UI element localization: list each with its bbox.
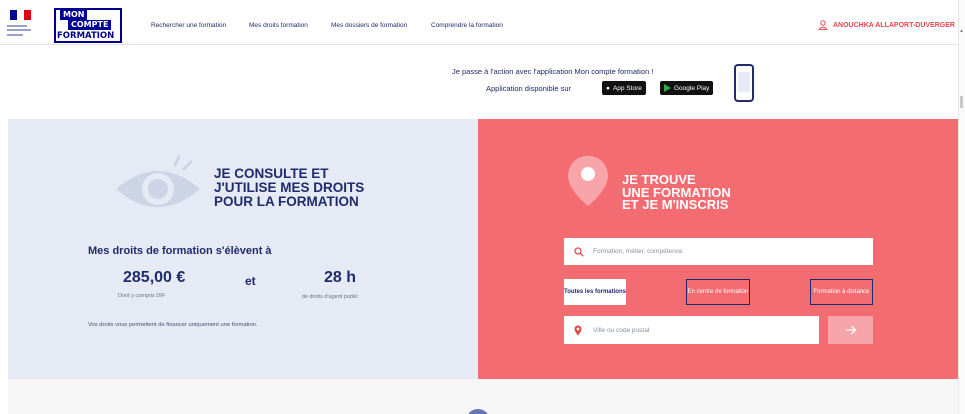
nav-mes-droits[interactable]: Mes droits formation xyxy=(249,22,308,29)
tab-toutes-formations[interactable]: Toutes les formations xyxy=(564,279,626,305)
droits-hours-caption: de droits d'agent public xyxy=(301,294,359,300)
nav-comprendre[interactable]: Comprendre la formation xyxy=(431,22,503,29)
nav-search-formation[interactable]: Rechercher une formation xyxy=(151,22,226,29)
promo-headline: Je passe à l'action avec l'application M… xyxy=(452,67,654,76)
search-icon xyxy=(574,246,584,257)
droits-title: JE CONSULTE ET J'UTILISE MES DROITS POUR… xyxy=(214,166,365,209)
formation-mode-tabs: Toutes les formations En centre de forma… xyxy=(564,279,873,305)
droits-hours[interactable]: 28 h xyxy=(324,269,356,287)
logo-line-1: MON xyxy=(60,10,88,20)
droits-amount-caption: Dont y compris DIF xyxy=(118,293,166,299)
site-header: MON COMPTE FORMATION Rechercher une form… xyxy=(0,0,958,45)
connector-text: et xyxy=(245,274,256,288)
tab-formation-distance[interactable]: Formation à distance xyxy=(810,279,873,305)
app-store-button[interactable]: ● App Store xyxy=(602,81,646,95)
nav-mes-dossiers[interactable]: Mes dossiers de formation xyxy=(331,22,407,29)
next-section-band xyxy=(8,379,958,414)
droits-summary-label: Mes droits de formation s'élèvent à xyxy=(88,245,272,257)
apple-icon: ● xyxy=(606,84,610,92)
scroll-up-icon[interactable]: ▲ xyxy=(959,28,964,34)
scrollbar-thumb[interactable] xyxy=(960,96,963,108)
google-play-icon xyxy=(664,84,671,92)
city-placeholder: Ville ou code postal xyxy=(593,326,650,334)
eye-icon xyxy=(116,155,200,207)
location-icon xyxy=(574,325,582,335)
google-play-label: Google Play xyxy=(674,84,710,92)
flag-icon xyxy=(10,10,31,20)
search-submit-button[interactable] xyxy=(828,316,873,344)
google-play-button[interactable]: Google Play xyxy=(660,81,714,95)
logo-line-3: FORMATION xyxy=(57,31,115,41)
formation-search-input[interactable]: Formation, métier, compétence xyxy=(564,238,873,265)
user-icon xyxy=(818,20,828,30)
search-title: JE TROUVE UNE FORMATION ET JE M'INSCRIS xyxy=(622,172,731,212)
droits-amount[interactable]: 285,00 € xyxy=(123,269,185,287)
app-store-label: App Store xyxy=(612,84,642,92)
mon-compte-formation-logo[interactable]: MON COMPTE FORMATION xyxy=(54,8,122,43)
droits-panel: JE CONSULTE ET J'UTILISE MES DROITS POUR… xyxy=(8,119,478,379)
user-menu[interactable]: ANOUCHKA ALLAPORT-DUVERGER xyxy=(818,20,955,30)
logo-line-2: COMPTE xyxy=(68,20,112,30)
search-placeholder: Formation, métier, compétence xyxy=(593,248,683,255)
search-panel: JE TROUVE UNE FORMATION ET JE M'INSCRIS … xyxy=(478,119,958,379)
arrow-right-icon xyxy=(845,325,856,335)
app-promo-band: Je passe à l'action avec l'application M… xyxy=(0,46,958,119)
droits-note: Vos droits vous permettent de financer u… xyxy=(88,322,258,328)
phone-icon xyxy=(734,64,754,102)
promo-available-on: Application disponible sur xyxy=(486,84,572,93)
city-input[interactable]: Ville ou code postal xyxy=(564,316,819,344)
location-pin-icon xyxy=(568,156,608,206)
page-scrollbar[interactable] xyxy=(958,0,965,414)
republique-francaise-logo xyxy=(7,8,43,38)
user-name: ANOUCHKA ALLAPORT-DUVERGER xyxy=(833,21,955,29)
tab-centre-formation[interactable]: En centre de formation xyxy=(686,279,750,305)
